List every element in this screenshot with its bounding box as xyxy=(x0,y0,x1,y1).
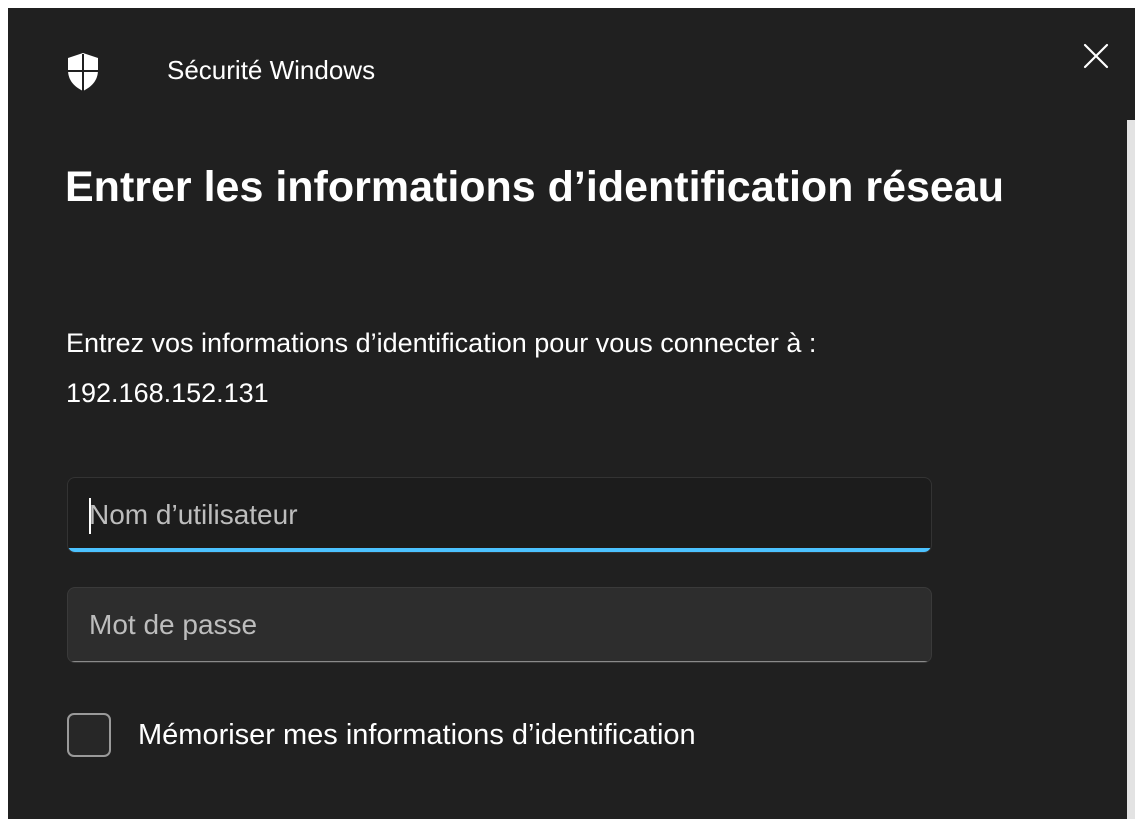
dialog-heading: Entrer les informations d’identification… xyxy=(65,163,1005,211)
remember-checkbox[interactable] xyxy=(67,713,111,757)
password-field-container xyxy=(67,587,932,663)
remember-label: Mémoriser mes informations d’identificat… xyxy=(138,719,696,751)
server-address: 192.168.152.131 xyxy=(66,378,269,408)
focus-underline xyxy=(68,548,931,552)
app-title: Sécurité Windows xyxy=(167,55,376,85)
title-bar: Sécurité Windows xyxy=(8,8,1135,128)
close-icon xyxy=(1083,43,1109,69)
dialog-message: Entrez vos informations d’identification… xyxy=(66,318,1096,418)
scrollbar-track xyxy=(1127,120,1135,819)
message-text: Entrez vos informations d’identification… xyxy=(66,328,817,358)
username-input[interactable] xyxy=(68,478,931,552)
field-underline xyxy=(68,661,931,662)
username-field-container xyxy=(67,477,932,553)
shield-icon xyxy=(66,52,100,92)
close-button[interactable] xyxy=(1068,28,1124,84)
password-input[interactable] xyxy=(68,588,931,662)
text-cursor xyxy=(89,498,91,534)
credentials-dialog: Sécurité Windows Entrer les informations… xyxy=(8,8,1135,819)
